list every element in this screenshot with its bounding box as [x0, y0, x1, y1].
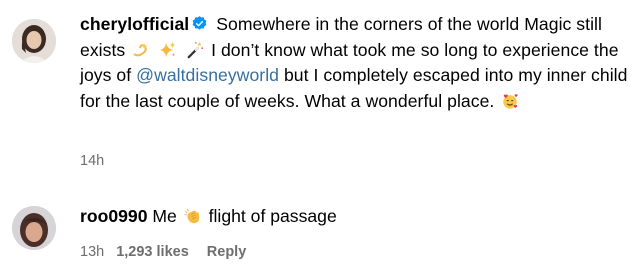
post-timestamp: 14h — [80, 153, 105, 169]
avatar[interactable] — [12, 19, 56, 63]
post-username[interactable]: cherylofficial — [80, 14, 189, 34]
comment-username[interactable]: roo0990 — [80, 206, 147, 226]
dizzy-icon — [133, 43, 148, 56]
smiling-face-with-hearts-icon — [503, 93, 519, 109]
mention-link[interactable]: @waltdisneyworld — [136, 65, 279, 85]
sparkles-icon — [160, 41, 176, 57]
avatar[interactable] — [12, 206, 56, 250]
comment-text-after: flight of passage — [208, 206, 337, 226]
verified-badge-icon — [192, 16, 207, 30]
comment: roo0990 Me flight of passage — [80, 204, 337, 228]
reply-button[interactable]: Reply — [207, 244, 247, 260]
clapping-hands-icon — [184, 208, 200, 224]
post-caption: cherylofficial Somewhere in the corners … — [80, 12, 628, 114]
comment-timestamp: 13h — [80, 244, 105, 260]
comment-likes[interactable]: 1,293 likes — [116, 244, 189, 260]
comment-text-before: Me — [152, 206, 177, 226]
magic-wand-icon — [187, 41, 204, 58]
comment-meta: 13h 1,293 likes Reply — [80, 244, 246, 260]
